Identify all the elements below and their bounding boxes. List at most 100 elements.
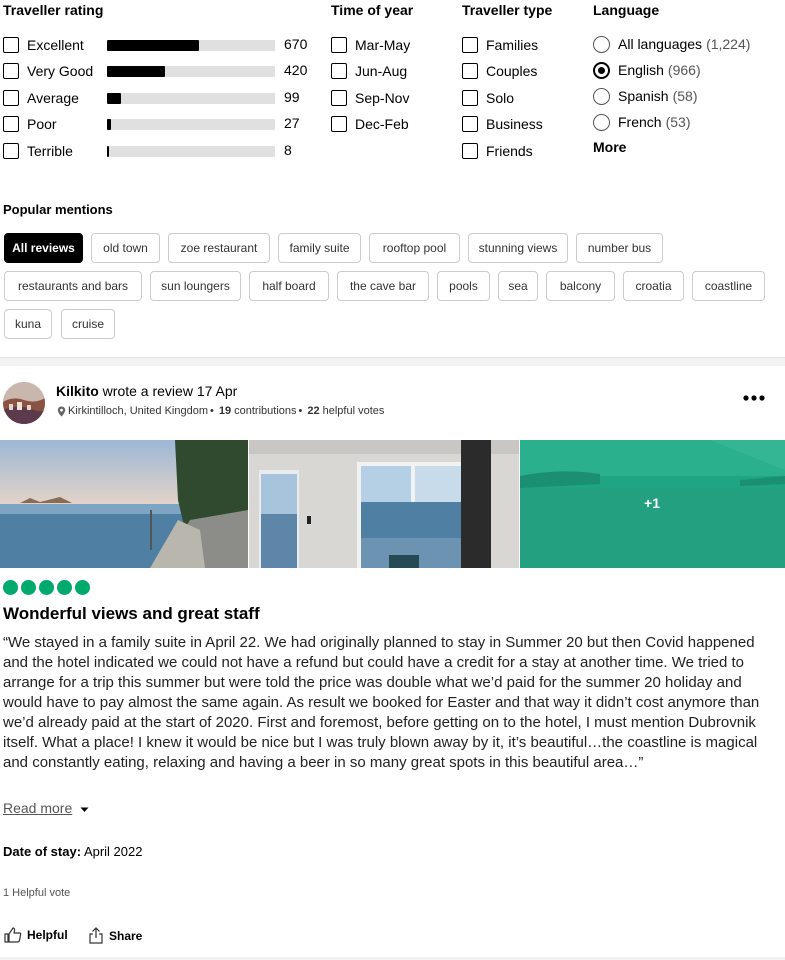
checkbox[interactable] [462, 116, 478, 132]
mention-chip[interactable]: restaurants and bars [4, 271, 142, 301]
mention-chip[interactable]: the cave bar [337, 271, 429, 301]
share-button[interactable]: Share [88, 927, 142, 944]
more-photos-count[interactable]: +1 [644, 495, 660, 511]
traveller-type-filter: Traveller type [462, 0, 552, 20]
helpful-votes-label: helpful votes [322, 405, 385, 417]
avatar[interactable] [3, 382, 45, 424]
mention-chip[interactable]: stunning views [468, 233, 568, 263]
rating-filter-average[interactable]: Average [3, 89, 79, 107]
location-pin-icon [57, 406, 66, 417]
mention-chip[interactable]: coastline [692, 271, 765, 301]
rating-filter-very-good[interactable]: Very Good [3, 62, 93, 80]
contributions-label: contributions [234, 405, 297, 417]
mention-chip[interactable]: zoe restaurant [168, 233, 270, 263]
time-filter-mar-may[interactable]: Mar-May [331, 36, 410, 54]
language-count: (58) [672, 88, 698, 104]
time-filter-dec-feb[interactable]: Dec-Feb [331, 115, 409, 133]
review-photo-1[interactable] [0, 440, 248, 568]
checkbox[interactable] [3, 63, 19, 79]
mention-chip[interactable]: old town [91, 233, 160, 263]
checkbox[interactable] [3, 116, 19, 132]
checkbox[interactable] [331, 37, 347, 53]
rating-filter-terrible[interactable]: Terrible [3, 142, 73, 160]
date-of-stay-label: Date of stay: [3, 844, 82, 859]
time-filter-jun-aug[interactable]: Jun-Aug [331, 62, 407, 80]
language-label: English [618, 62, 664, 78]
checkbox[interactable] [3, 143, 19, 159]
mention-chip[interactable]: balcony [546, 271, 615, 301]
time-filter-sep-nov[interactable]: Sep-Nov [331, 89, 409, 107]
type-filter-couples[interactable]: Couples [462, 62, 537, 80]
rating-count: 27 [284, 115, 300, 131]
rating-bubble [3, 580, 18, 595]
mention-chip[interactable]: croatia [623, 271, 684, 301]
traveller-rating-filter: Traveller rating [3, 0, 103, 20]
language-option-english[interactable]: English (966) [593, 61, 701, 79]
type-filter-business[interactable]: Business [462, 115, 543, 133]
review-photo-2[interactable] [249, 440, 519, 568]
read-more-button[interactable]: Read more [3, 800, 89, 816]
rating-bubble [21, 580, 36, 595]
checkbox[interactable] [331, 116, 347, 132]
rating-filter-excellent[interactable]: Excellent [3, 36, 84, 54]
review-title[interactable]: Wonderful views and great staff [3, 604, 260, 624]
type-filter-friends[interactable]: Friends [462, 142, 533, 160]
language-filter: Language [593, 0, 659, 20]
rating-filter-poor[interactable]: Poor [3, 115, 57, 133]
popular-mentions-title: Popular mentions [3, 202, 113, 217]
review-filters: Traveller rating Excellent 670 Very Good 42… [0, 0, 785, 170]
mention-chip[interactable]: sea [498, 271, 538, 301]
checkbox[interactable] [462, 90, 478, 106]
rating-bubble [75, 580, 90, 595]
language-label: Spanish [618, 88, 669, 104]
language-option-all-languages[interactable]: All languages (1,224) [593, 35, 750, 53]
radio[interactable] [593, 61, 610, 79]
review-rating-bubbles [3, 580, 90, 595]
rating-label: Poor [27, 116, 57, 132]
rating-label: Very Good [27, 63, 94, 79]
language-count: (966) [667, 62, 701, 78]
rating-bar [107, 119, 275, 130]
mention-chip[interactable]: cruise [61, 309, 115, 339]
mention-chip[interactable]: pools [437, 271, 490, 301]
traveller-type-title: Traveller type [462, 2, 553, 18]
review-author[interactable]: Kilkito [56, 383, 99, 399]
time-label: Dec-Feb [355, 116, 409, 132]
chevron-down-icon [80, 800, 89, 816]
checkbox[interactable] [331, 63, 347, 79]
checkbox[interactable] [331, 90, 347, 106]
rating-label: Terrible [27, 143, 73, 159]
checkbox[interactable] [462, 143, 478, 159]
mention-chip[interactable]: half board [249, 271, 329, 301]
radio[interactable] [593, 87, 610, 105]
helpful-button[interactable]: Helpful [4, 927, 68, 943]
type-label: Families [486, 37, 539, 53]
reviewer-location: Kirkintilloch, United Kingdom [68, 405, 209, 417]
mention-chip[interactable]: rooftop pool [369, 233, 460, 263]
language-more-link[interactable]: More [593, 139, 626, 155]
language-option-spanish[interactable]: Spanish (58) [593, 87, 698, 105]
mention-chip[interactable]: All reviews [4, 233, 83, 263]
thumbs-up-icon [4, 927, 22, 943]
checkbox[interactable] [3, 90, 19, 106]
mention-chip[interactable]: kuna [4, 309, 52, 339]
rating-bar-fill [107, 66, 165, 77]
review-photo-3[interactable]: +1 [520, 440, 785, 568]
checkbox[interactable] [3, 37, 19, 53]
rating-bar [107, 93, 275, 104]
time-label: Jun-Aug [355, 63, 408, 79]
mention-chip[interactable]: sun loungers [150, 271, 241, 301]
checkbox[interactable] [462, 37, 478, 53]
mention-chip[interactable]: family suite [278, 233, 361, 263]
meta-separator: • [298, 405, 303, 417]
more-dots-icon[interactable] [743, 381, 765, 407]
rating-label: Excellent [27, 37, 84, 53]
type-filter-families[interactable]: Families [462, 36, 538, 54]
language-option-french[interactable]: French (53) [593, 113, 690, 131]
checkbox[interactable] [462, 63, 478, 79]
type-filter-solo[interactable]: Solo [462, 89, 514, 107]
radio[interactable] [593, 35, 610, 53]
radio[interactable] [593, 113, 610, 131]
mention-chip[interactable]: number bus [576, 233, 663, 263]
helpful-button-label: Helpful [27, 928, 68, 942]
